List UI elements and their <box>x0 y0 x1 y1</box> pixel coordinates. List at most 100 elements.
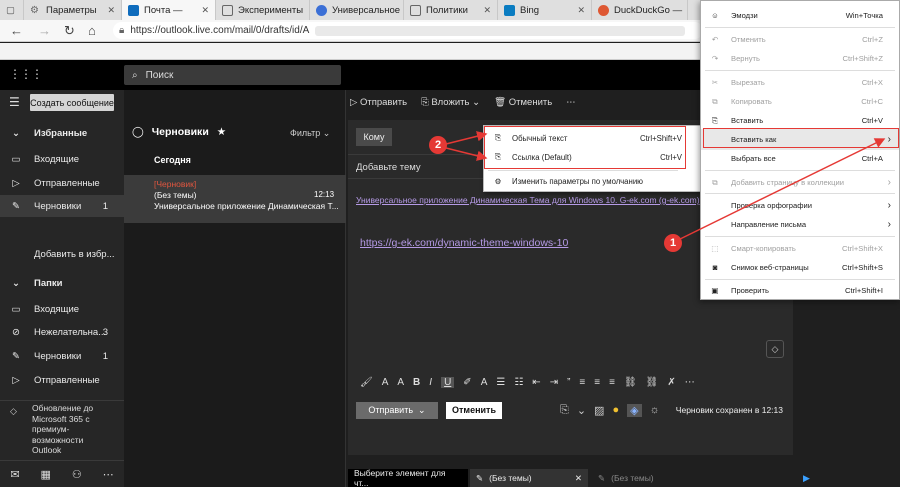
search-input[interactable]: ⌕ Поиск <box>124 65 341 85</box>
menu-item-smart-copy[interactable]: ⬚ Смарт-копировать Ctrl+Shift+X <box>701 238 899 259</box>
highlight-paste-options <box>484 126 686 169</box>
menu-item-emoji[interactable]: ☺ Эмодзи Win+Точка <box>701 5 899 26</box>
numbering-icon[interactable]: ☷ <box>514 377 523 388</box>
italic-icon[interactable]: I <box>429 377 432 388</box>
people-icon[interactable]: ⚇ <box>72 468 82 481</box>
refresh-icon[interactable]: ↻ <box>64 23 75 39</box>
clear-format-icon[interactable]: ✗ <box>667 377 675 388</box>
filter-button[interactable]: Фильтр ⌄ <box>290 128 330 139</box>
menu-item-inspect[interactable]: ▣ Проверить Ctrl+Shift+I <box>701 280 899 301</box>
home-icon[interactable]: ⌂ <box>88 23 96 38</box>
tab-duckduckgo[interactable]: DuckDuckGo —✕ <box>592 0 688 20</box>
to-button[interactable]: Кому <box>356 128 392 146</box>
unlink-icon[interactable]: ⛓︎ <box>646 377 659 388</box>
change-default-item[interactable]: ⚙ Изменить параметры по умолчанию <box>486 173 700 189</box>
emoji-icon[interactable]: ● <box>612 404 619 416</box>
font-size-increase-icon[interactable]: A <box>397 377 404 388</box>
send-toolbar-button[interactable]: ▷ Отправить <box>350 97 407 108</box>
discard-button[interactable]: Отменить <box>446 401 502 419</box>
menu-item-web-capture[interactable]: ◙ Снимок веб-страницы Ctrl+Shift+S <box>701 257 899 278</box>
indent-icon[interactable]: ⇥ <box>550 377 558 388</box>
calendar-icon[interactable]: ▦ <box>41 468 51 481</box>
sensitivity-icon[interactable]: ◈ <box>627 403 642 417</box>
close-icon[interactable]: ✕ <box>575 473 582 484</box>
folders-header[interactable]: ⌄ Папки <box>0 272 124 294</box>
outdent-icon[interactable]: ⇤ <box>532 377 540 388</box>
upgrade-promo[interactable]: Обновление до Microsoft 365 с премиум- в… <box>32 403 93 456</box>
paperclip-icon[interactable]: ⎘ <box>560 404 569 417</box>
bottom-tab-draft[interactable]: ✎ (Без темы) <box>592 469 692 487</box>
favorites-header[interactable]: ⌄ Избранные <box>0 122 124 144</box>
underline-icon[interactable]: U <box>441 376 455 388</box>
folder-item-sent[interactable]: ▷ Отправленные <box>0 369 124 391</box>
bold-icon[interactable]: B <box>413 377 420 388</box>
font-size-decrease-icon[interactable]: A <box>382 377 389 388</box>
align-center-icon[interactable]: ≡ <box>594 377 600 388</box>
select-all-icon[interactable]: ◯ <box>132 126 144 138</box>
close-icon[interactable]: ✕ <box>483 5 491 16</box>
subject-field[interactable]: Добавьте тему <box>356 162 421 173</box>
tab-universal[interactable]: Универсальное✕ <box>310 0 404 20</box>
align-right-icon[interactable]: ≡ <box>609 377 615 388</box>
new-message-button[interactable]: Создать сообщение <box>30 94 114 111</box>
tab-settings[interactable]: ⚙ Параметры ✕ <box>24 0 122 20</box>
more-icon[interactable]: ⋯ <box>566 97 576 108</box>
hamburger-icon[interactable]: ☰ <box>9 95 20 109</box>
mail-icon[interactable]: ✉ <box>10 468 19 481</box>
image-icon[interactable]: ▨ <box>594 404 604 417</box>
close-icon[interactable]: ✕ <box>107 5 115 16</box>
tab-experiments[interactable]: Эксперименты✕ <box>216 0 310 20</box>
star-icon[interactable]: ★ <box>217 126 226 138</box>
send-button[interactable]: Отправить ⌄ <box>356 401 438 419</box>
more-icon[interactable]: ⋯ <box>685 377 695 388</box>
folder-item-junk[interactable]: ⊘ Нежелательна... 3 <box>0 321 124 343</box>
message-time: 12:13 <box>314 190 335 199</box>
more-icon[interactable]: ⋯ <box>103 468 114 481</box>
close-icon[interactable]: ✕ <box>201 5 209 16</box>
menu-item-copy[interactable]: ⧉ Копировать Ctrl+C <box>701 91 899 112</box>
format-painter-icon[interactable]: 🖌︎ <box>360 377 373 388</box>
attach-toolbar-button[interactable]: ⎘ Вложить ⌄ <box>421 97 480 108</box>
tab-bing[interactable]: Bing ✕ <box>498 0 592 20</box>
fav-item-inbox[interactable]: ▭ Входящие <box>0 148 124 170</box>
menu-item-writing-direction[interactable]: Направление письма › <box>701 214 899 235</box>
quote-icon[interactable]: ” <box>567 377 570 388</box>
link-icon[interactable]: ⛓︎ <box>624 377 637 388</box>
menu-item-select-all[interactable]: Выбрать все Ctrl+A <box>701 148 899 169</box>
align-left-icon[interactable]: ≡ <box>579 377 585 388</box>
divider <box>488 170 678 171</box>
fav-item-drafts[interactable]: ✎ Черновики 1 <box>0 195 124 217</box>
bottom-tab-reading[interactable]: Выберите элемент для чт... <box>348 468 468 487</box>
menu-item-add-to-collections[interactable]: ⧉ Добавить страницу в коллекции › <box>701 172 899 193</box>
chevron-down-icon[interactable]: ⌄ <box>577 404 586 417</box>
close-icon[interactable]: ✕ <box>577 5 585 16</box>
menu-item-redo[interactable]: ↷ Вернуть Ctrl+Shift+Z <box>701 48 899 69</box>
back-icon[interactable]: ← <box>10 23 23 38</box>
add-favorite-link[interactable]: Добавить в избр... <box>0 243 124 265</box>
body-link-url[interactable]: https://g-ek.com/dynamic-theme-windows-1… <box>360 237 568 249</box>
discard-toolbar-button[interactable]: 🗑︎ Отменить <box>494 97 552 108</box>
folder-item-drafts[interactable]: ✎ Черновики 1 <box>0 345 124 367</box>
highlight-icon[interactable]: ✐ <box>463 377 471 388</box>
fav-item-sent[interactable]: ▷ Отправленные <box>0 172 124 194</box>
diamond-icon[interactable]: ◇ <box>766 340 784 358</box>
close-icon[interactable]: ✕ <box>687 5 688 16</box>
chevron-down-icon: ⌄ <box>418 404 426 415</box>
url-field[interactable]: 🔒︎ https://outlook.live.com/mail/0/draft… <box>113 22 703 39</box>
forward-icon[interactable]: → <box>38 23 51 38</box>
tab-mail[interactable]: Почта — ✕ <box>122 0 216 20</box>
bullets-icon[interactable]: ☰ <box>496 377 505 388</box>
sun-icon[interactable]: ☼ <box>650 404 660 416</box>
tab-actions-button[interactable]: ▢ <box>0 0 24 20</box>
play-icon[interactable]: ▶ <box>803 473 810 484</box>
app-launcher-icon[interactable]: ⋮⋮⋮ <box>9 67 43 81</box>
body-link-title[interactable]: Универсальное приложение Динамическая Те… <box>356 195 700 205</box>
menu-item-undo[interactable]: ↶ Отменить Ctrl+Z <box>701 29 899 50</box>
message-row[interactable]: [Черновик] (Без темы) 12:13 Универсально… <box>124 175 346 223</box>
font-color-icon[interactable]: A <box>481 377 488 388</box>
bottom-tab-draft-active[interactable]: ✎ (Без темы) ✕ <box>470 469 588 487</box>
tab-policies[interactable]: Политики ✕ <box>404 0 498 20</box>
folder-item-inbox[interactable]: ▭ Входящие <box>0 298 124 320</box>
menu-item-spellcheck[interactable]: Проверка орфографии › <box>701 195 899 216</box>
menu-item-cut[interactable]: ✂ Вырезать Ctrl+X <box>701 72 899 93</box>
